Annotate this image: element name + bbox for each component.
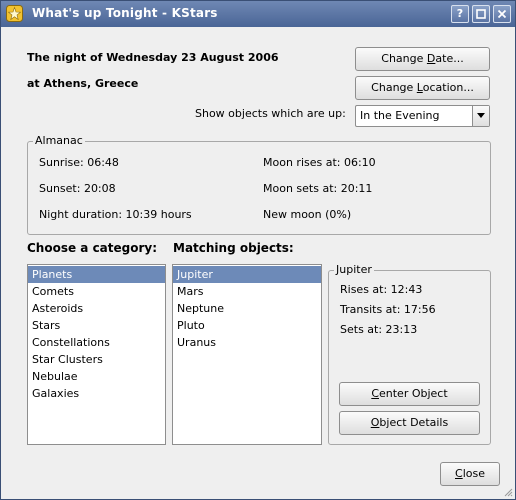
moon-phase-label: New moon (0%) bbox=[263, 208, 352, 221]
maximize-icon bbox=[476, 9, 486, 19]
close-accel: C bbox=[455, 467, 463, 480]
moon-sets-label: Moon sets at: 20:11 bbox=[263, 182, 373, 195]
center-object-label: enter Object bbox=[379, 387, 448, 400]
matching-objects-list[interactable]: Jupiter Mars Neptune Pluto Uranus bbox=[172, 264, 322, 445]
moon-rises-label: Moon rises at: 06:10 bbox=[263, 156, 376, 169]
object-details-title: Jupiter bbox=[334, 263, 374, 276]
list-item[interactable]: Mars bbox=[173, 283, 321, 300]
close-button[interactable]: Close bbox=[440, 462, 500, 486]
list-item[interactable]: Stars bbox=[28, 317, 165, 334]
help-icon: ? bbox=[456, 7, 464, 20]
change-date-label-end: ate... bbox=[435, 52, 464, 65]
show-objects-label: Show objects which are up: bbox=[195, 107, 346, 120]
resize-grip-icon[interactable] bbox=[503, 487, 513, 497]
close-label: lose bbox=[462, 467, 485, 480]
change-date-button[interactable]: Change Date... bbox=[355, 47, 490, 71]
list-item[interactable]: Constellations bbox=[28, 334, 165, 351]
time-filter-select[interactable]: In the Evening bbox=[355, 105, 490, 127]
list-item[interactable]: Galaxies bbox=[28, 385, 165, 402]
list-item[interactable]: Asteroids bbox=[28, 300, 165, 317]
close-window-button[interactable] bbox=[493, 5, 511, 23]
center-object-accel: C bbox=[371, 387, 379, 400]
matching-heading: Matching objects: bbox=[173, 241, 294, 255]
maximize-button[interactable] bbox=[472, 5, 490, 23]
object-details-button[interactable]: Object Details bbox=[339, 411, 480, 435]
sets-label: Sets at: 23:13 bbox=[340, 323, 418, 336]
change-location-label-end: ocation... bbox=[422, 81, 474, 94]
center-object-button[interactable]: Center Object bbox=[339, 382, 480, 406]
title-bar[interactable]: What's up Tonight - KStars ? bbox=[1, 1, 515, 27]
sunrise-label: Sunrise: 06:48 bbox=[39, 156, 119, 169]
dropdown-arrow[interactable] bbox=[472, 106, 489, 126]
location-label: at Athens, Greece bbox=[27, 77, 139, 90]
close-icon bbox=[497, 9, 507, 19]
change-location-label-start: Change bbox=[371, 81, 417, 94]
rises-label: Rises at: 12:43 bbox=[340, 283, 423, 296]
list-item[interactable]: Planets bbox=[28, 266, 165, 283]
category-list[interactable]: Planets Comets Asteroids Stars Constella… bbox=[27, 264, 166, 445]
list-item[interactable]: Uranus bbox=[173, 334, 321, 351]
change-location-button[interactable]: Change Location... bbox=[355, 76, 490, 100]
sunset-label: Sunset: 20:08 bbox=[39, 182, 116, 195]
kstars-app-icon[interactable] bbox=[6, 5, 23, 22]
window-title: What's up Tonight - KStars bbox=[32, 6, 218, 20]
list-item[interactable]: Star Clusters bbox=[28, 351, 165, 368]
dialog-window: What's up Tonight - KStars ? The night o… bbox=[0, 0, 516, 500]
list-item[interactable]: Neptune bbox=[173, 300, 321, 317]
night-date-label: The night of Wednesday 23 August 2006 bbox=[27, 51, 279, 64]
help-button[interactable]: ? bbox=[451, 5, 469, 23]
time-filter-value: In the Evening bbox=[360, 109, 440, 122]
list-item[interactable]: Comets bbox=[28, 283, 165, 300]
list-item[interactable]: Nebulae bbox=[28, 368, 165, 385]
list-item[interactable]: Pluto bbox=[173, 317, 321, 334]
night-duration-label: Night duration: 10:39 hours bbox=[39, 208, 192, 221]
list-item[interactable]: Jupiter bbox=[173, 266, 321, 283]
transits-label: Transits at: 17:56 bbox=[340, 303, 436, 316]
change-date-label-start: Change bbox=[381, 52, 427, 65]
chevron-down-icon bbox=[477, 113, 485, 118]
almanac-title: Almanac bbox=[33, 134, 85, 147]
object-details-label: bject Details bbox=[379, 416, 449, 429]
category-heading: Choose a category: bbox=[27, 241, 158, 255]
